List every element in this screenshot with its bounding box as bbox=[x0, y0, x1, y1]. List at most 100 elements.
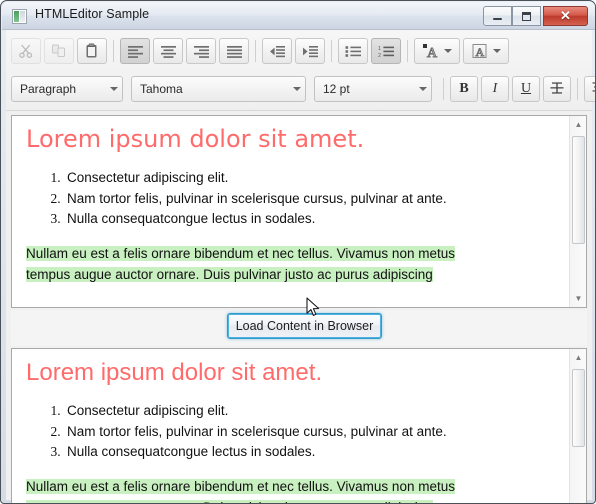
close-button[interactable]: ✕ bbox=[543, 6, 588, 26]
paragraph-style-select[interactable]: Paragraph bbox=[11, 76, 123, 102]
font-color-button[interactable]: A bbox=[414, 38, 460, 64]
align-center-icon bbox=[160, 45, 177, 58]
editor-content[interactable]: Lorem ipsum dolor sit amet. Consectetur … bbox=[12, 116, 568, 307]
align-justify-icon bbox=[226, 45, 243, 58]
chevron-down-icon[interactable] bbox=[493, 49, 501, 53]
strikethrough-button[interactable] bbox=[543, 76, 571, 102]
indent-icon bbox=[302, 45, 319, 58]
strikethrough-icon bbox=[549, 80, 565, 99]
list-item: Nulla consequatcongue lectus in sodales. bbox=[64, 442, 564, 463]
preview-ordered-list: Consectetur adipiscing elit. Nam tortor … bbox=[16, 401, 564, 464]
application-window: HTMLEditor Sample ✕ 1 2 A A Paragraph Ta… bbox=[0, 0, 596, 504]
load-content-in-browser-button[interactable]: Load Content in Browser bbox=[227, 313, 382, 339]
chevron-down-icon bbox=[293, 87, 301, 91]
browser-preview-pane[interactable]: Lorem ipsum dolor sit amet. Consectetur … bbox=[11, 348, 587, 503]
highlight-color-button[interactable]: A bbox=[463, 38, 509, 64]
toolbar-separator bbox=[255, 40, 256, 62]
paste-button[interactable] bbox=[77, 38, 107, 64]
scroll-up-icon[interactable]: ▲ bbox=[570, 116, 586, 133]
editor-vertical-scrollbar[interactable]: ▲ ▼ bbox=[569, 116, 586, 307]
list-item-text: Nam tortor felis, pulvinar in scelerisqu… bbox=[67, 190, 447, 206]
font-size-dropdown-arrow[interactable] bbox=[411, 87, 431, 91]
toolbar-separator bbox=[443, 78, 444, 100]
bullet-list-icon bbox=[345, 45, 362, 58]
preview-highlighted-paragraph: Nullam eu est a felis ornare bibendum et… bbox=[26, 477, 564, 503]
list-item-text: Consectetur adipiscing elit. bbox=[67, 402, 229, 418]
scrollbar-thumb[interactable] bbox=[572, 136, 585, 244]
align-right-icon bbox=[193, 45, 210, 58]
highlight-color-icon: A bbox=[471, 43, 489, 59]
close-icon: ✕ bbox=[560, 8, 571, 23]
client-area: 1 2 A A Paragraph Tahoma 12 pt B I U Lor… bbox=[6, 30, 595, 503]
bold-button[interactable]: B bbox=[450, 76, 478, 102]
chevron-down-icon bbox=[419, 87, 427, 91]
copy-button[interactable] bbox=[44, 38, 74, 64]
scrollbar-thumb[interactable] bbox=[572, 369, 585, 447]
maximize-button[interactable] bbox=[512, 6, 541, 26]
list-item-text: Consectetur adipiscing elit. bbox=[67, 169, 229, 185]
list-item-text: Nulla consequatcongue lectus in sodales. bbox=[67, 444, 316, 460]
font-size-value: 12 pt bbox=[323, 82, 350, 96]
indent-button[interactable] bbox=[295, 38, 325, 64]
align-center-button[interactable] bbox=[153, 38, 183, 64]
list-item-text: Nam tortor felis, pulvinar in scelerisqu… bbox=[67, 423, 447, 439]
font-color-icon: A bbox=[422, 43, 440, 59]
list-item: Nam tortor felis, pulvinar in scelerisqu… bbox=[64, 422, 564, 443]
html-editor-pane[interactable]: Lorem ipsum dolor sit amet. Consectetur … bbox=[11, 115, 587, 308]
font-family-dropdown-arrow[interactable] bbox=[285, 87, 305, 91]
bold-icon: B bbox=[459, 81, 469, 96]
scissors-icon bbox=[18, 43, 34, 59]
toolbar-separator bbox=[577, 78, 578, 100]
editor-heading: Lorem ipsum dolor sit amet. bbox=[26, 125, 365, 153]
svg-text:A: A bbox=[476, 45, 485, 59]
cut-button[interactable] bbox=[11, 38, 41, 64]
align-right-button[interactable] bbox=[186, 38, 216, 64]
minimize-button[interactable] bbox=[483, 6, 512, 26]
svg-text:2: 2 bbox=[378, 53, 381, 58]
paragraph-style-dropdown-arrow[interactable] bbox=[102, 87, 122, 91]
scroll-down-icon[interactable]: ▼ bbox=[570, 290, 586, 307]
toolbar: 1 2 A A Paragraph Tahoma 12 pt B I U bbox=[6, 30, 595, 111]
scroll-up-icon[interactable]: ▲ bbox=[570, 349, 586, 366]
italic-button[interactable]: I bbox=[481, 76, 509, 102]
preview-vertical-scrollbar[interactable]: ▲ ▼ bbox=[569, 349, 586, 503]
editor-highlighted-paragraph: Nullam eu est a felis ornare bibendum et… bbox=[26, 244, 564, 285]
list-item: Nulla consequatcongue lectus in sodales. bbox=[64, 209, 564, 230]
outdent-button[interactable] bbox=[262, 38, 292, 64]
outdent-icon bbox=[269, 45, 286, 58]
toolbar-separator bbox=[407, 40, 408, 62]
maximize-icon bbox=[513, 7, 540, 25]
list-item: Consectetur adipiscing elit. bbox=[64, 401, 564, 422]
align-justify-button[interactable] bbox=[219, 38, 249, 64]
highlighted-text-line-2: tempus augue auctor ornare. Duis pulvina… bbox=[26, 499, 433, 503]
toolbar-separator bbox=[331, 40, 332, 62]
highlighted-text-line-1: Nullam eu est a felis ornare bibendum et… bbox=[26, 479, 455, 495]
editor-ordered-list: Consectetur adipiscing elit. Nam tortor … bbox=[16, 168, 564, 231]
font-size-select[interactable]: 12 pt bbox=[314, 76, 432, 102]
list-item: Nam tortor felis, pulvinar in scelerisqu… bbox=[64, 189, 564, 210]
line-spacing-button[interactable] bbox=[584, 76, 595, 102]
toolbar-separator bbox=[113, 40, 114, 62]
title-bar[interactable]: HTMLEditor Sample ✕ bbox=[2, 2, 595, 30]
chevron-down-icon bbox=[110, 87, 118, 91]
list-item: Consectetur adipiscing elit. bbox=[64, 168, 564, 189]
align-left-button[interactable] bbox=[120, 38, 150, 64]
numbered-list-button[interactable]: 1 2 bbox=[371, 38, 401, 64]
underline-button[interactable]: U bbox=[512, 76, 540, 102]
preview-content: Lorem ipsum dolor sit amet. Consectetur … bbox=[12, 349, 568, 503]
font-family-select[interactable]: Tahoma bbox=[131, 76, 306, 102]
bullet-list-button[interactable] bbox=[338, 38, 368, 64]
toolbar-row-2: Paragraph Tahoma 12 pt B I U bbox=[11, 71, 595, 107]
highlighted-text-line-1: Nullam eu est a felis ornare bibendum et… bbox=[26, 246, 455, 262]
minimize-icon bbox=[484, 7, 511, 25]
chevron-down-icon[interactable] bbox=[444, 49, 452, 53]
list-item-text: Nulla consequatcongue lectus in sodales. bbox=[67, 211, 316, 227]
numbered-list-icon: 1 2 bbox=[378, 45, 395, 58]
button-strip: Load Content in Browser bbox=[11, 310, 587, 346]
app-window-icon bbox=[12, 9, 27, 24]
clipboard-paste-icon bbox=[84, 43, 100, 59]
window-title: HTMLEditor Sample bbox=[35, 7, 150, 21]
preview-heading: Lorem ipsum dolor sit amet. bbox=[26, 359, 323, 386]
svg-text:1: 1 bbox=[378, 46, 381, 52]
copy-icon bbox=[51, 43, 67, 59]
